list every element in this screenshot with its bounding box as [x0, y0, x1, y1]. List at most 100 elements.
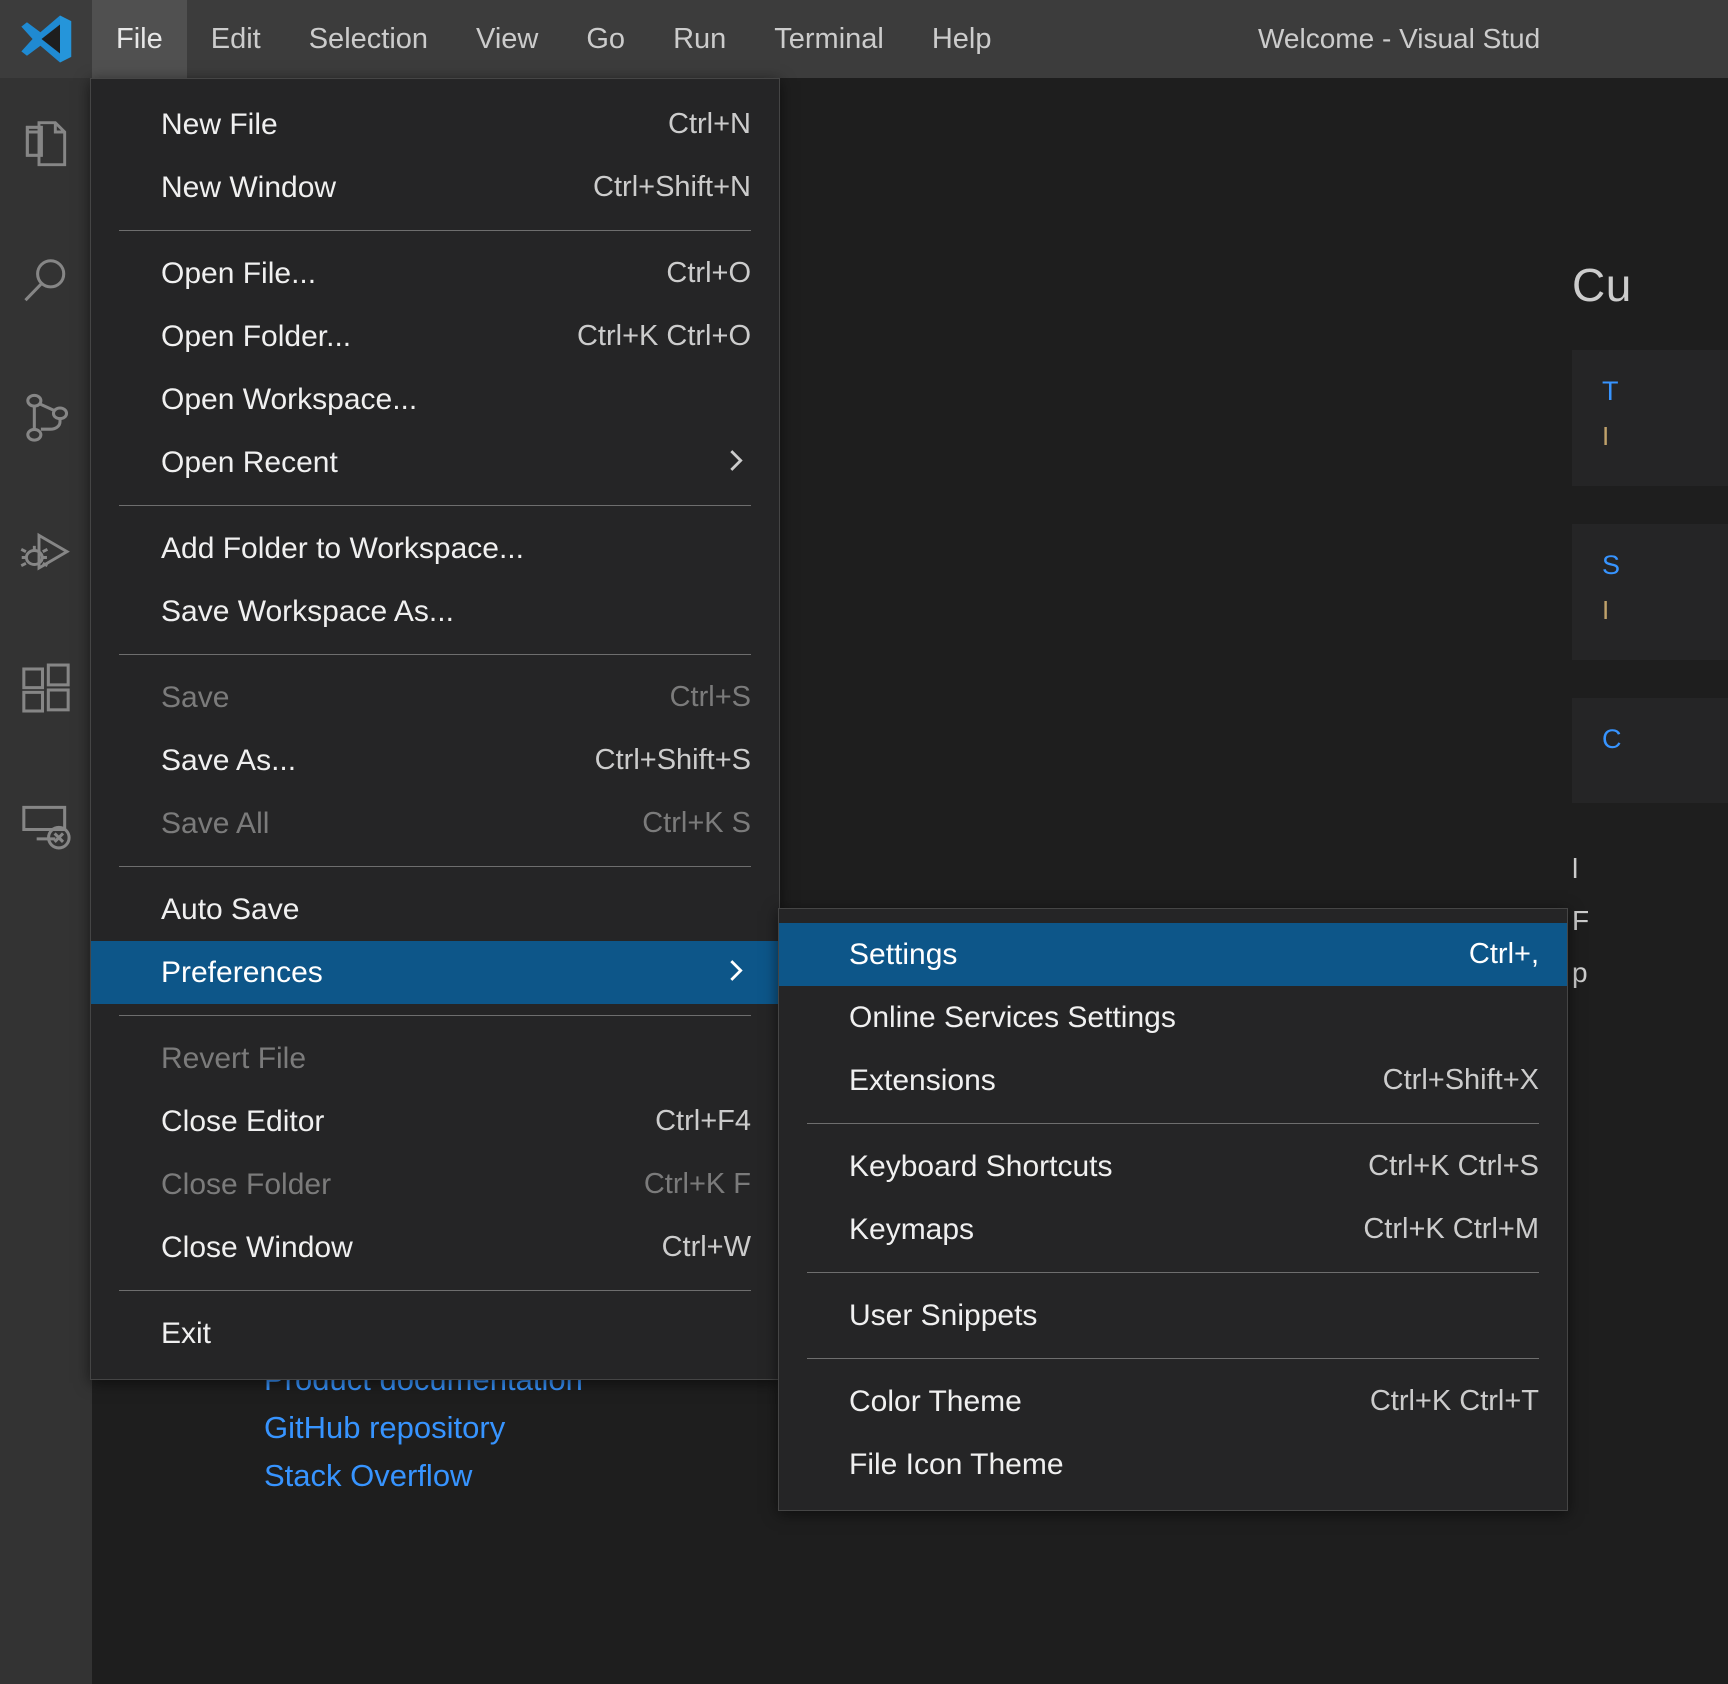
page-title: Cu — [1572, 259, 1632, 311]
menu-separator — [119, 230, 751, 231]
preferences-item-settings[interactable]: Settings Ctrl+, — [779, 923, 1567, 986]
file-menu-item-revert-file: Revert File — [91, 1027, 779, 1090]
menu-title-view[interactable]: View — [452, 0, 562, 78]
title-bar: File Edit Selection View Go Run Terminal… — [0, 0, 1728, 78]
vscode-logo-icon — [0, 0, 92, 78]
menu-item-label: Add Folder to Workspace... — [161, 531, 524, 565]
source-control-branch-icon — [18, 390, 74, 446]
menu-bar: File Edit Selection View Go Run Terminal… — [92, 0, 1016, 78]
preferences-item-user-snippets[interactable]: User Snippets — [779, 1284, 1567, 1347]
file-menu-item-preferences[interactable]: Preferences — [91, 941, 779, 1004]
menu-item-label: Preferences — [161, 955, 323, 989]
menu-item-shortcut: Ctrl+S — [669, 681, 751, 713]
file-menu-item-save: Save Ctrl+S — [91, 666, 779, 729]
sidebar-item-search[interactable] — [0, 214, 92, 350]
file-menu-item-open-file[interactable]: Open File... Ctrl+O — [91, 242, 779, 305]
menu-item-shortcut: Ctrl+K Ctrl+O — [576, 320, 751, 352]
side-line: F — [1572, 905, 1590, 936]
menu-item-shortcut: Ctrl+K Ctrl+M — [1363, 1213, 1539, 1245]
menu-item-shortcut: Ctrl+W — [661, 1231, 751, 1263]
menu-item-label: Keyboard Shortcuts — [849, 1149, 1113, 1183]
menu-title-selection[interactable]: Selection — [285, 0, 452, 78]
file-menu-item-save-workspace-as[interactable]: Save Workspace As... — [91, 580, 779, 643]
welcome-side-lines: l F p — [1572, 843, 1728, 999]
menu-separator — [807, 1358, 1539, 1359]
file-menu-item-exit[interactable]: Exit — [91, 1302, 779, 1365]
menu-item-label: Save All — [161, 806, 270, 840]
preferences-item-file-icon-theme[interactable]: File Icon Theme — [779, 1433, 1567, 1496]
chevron-right-icon — [723, 955, 749, 990]
side-line: p — [1572, 957, 1588, 988]
menu-separator — [119, 866, 751, 867]
customize-card[interactable]: C — [1572, 698, 1728, 803]
menu-item-label: Save Workspace As... — [161, 594, 454, 628]
menu-item-label: Open File... — [161, 256, 317, 290]
chevron-right-icon — [723, 445, 749, 480]
preferences-item-color-theme[interactable]: Color Theme Ctrl+K Ctrl+T — [779, 1370, 1567, 1433]
menu-item-shortcut: Ctrl+N — [668, 108, 751, 140]
menu-item-label: New File — [161, 107, 278, 141]
menu-item-label: Open Workspace... — [161, 382, 418, 416]
menu-item-label: User Snippets — [849, 1298, 1038, 1332]
file-menu-item-save-all: Save All Ctrl+K S — [91, 792, 779, 855]
menu-item-shortcut: Ctrl+, — [1468, 938, 1539, 970]
preferences-item-online-services-settings[interactable]: Online Services Settings — [779, 986, 1567, 1049]
menu-item-shortcut: Ctrl+F4 — [655, 1105, 751, 1137]
file-menu-item-close-folder: Close Folder Ctrl+K F — [91, 1153, 779, 1216]
menu-separator — [807, 1123, 1539, 1124]
file-menu-item-open-workspace[interactable]: Open Workspace... — [91, 368, 779, 431]
menu-item-label: Open Folder... — [161, 319, 352, 353]
menu-item-label: Save — [161, 680, 230, 714]
menu-item-label: Online Services Settings — [849, 1000, 1176, 1034]
link-stack-overflow[interactable]: Stack Overflow — [264, 1452, 583, 1500]
menu-item-shortcut: Ctrl+K Ctrl+S — [1368, 1150, 1539, 1182]
welcome-customize-section: Cu T I S I C l F p — [1572, 258, 1728, 999]
file-menu-item-close-window[interactable]: Close Window Ctrl+W — [91, 1216, 779, 1279]
menu-title-file[interactable]: File — [92, 0, 187, 78]
card-title: C — [1602, 724, 1622, 754]
sidebar-item-run-debug[interactable] — [0, 486, 92, 622]
menu-separator — [119, 1015, 751, 1016]
file-menu-item-new-window[interactable]: New Window Ctrl+Shift+N — [91, 156, 779, 219]
remote-explorer-icon — [18, 798, 74, 854]
card-title: S — [1602, 550, 1621, 580]
menu-title-go[interactable]: Go — [562, 0, 649, 78]
menu-separator — [119, 1290, 751, 1291]
card-description: I — [1602, 595, 1610, 625]
customize-card[interactable]: T I — [1572, 350, 1728, 486]
menu-item-label: Close Editor — [161, 1104, 325, 1138]
menu-item-label: New Window — [161, 170, 337, 204]
preferences-item-keymaps[interactable]: Keymaps Ctrl+K Ctrl+M — [779, 1198, 1567, 1261]
menu-item-shortcut: Ctrl+K F — [643, 1168, 751, 1200]
menu-title-help[interactable]: Help — [908, 0, 1016, 78]
file-menu-item-close-editor[interactable]: Close Editor Ctrl+F4 — [91, 1090, 779, 1153]
file-menu-item-open-recent[interactable]: Open Recent — [91, 431, 779, 494]
customize-card[interactable]: S I — [1572, 524, 1728, 660]
menu-item-label: Revert File — [161, 1041, 307, 1075]
file-menu-item-add-folder-to-workspace[interactable]: Add Folder to Workspace... — [91, 517, 779, 580]
sidebar-item-source-control[interactable] — [0, 350, 92, 486]
sidebar-item-extensions[interactable] — [0, 622, 92, 758]
link-github-repository[interactable]: GitHub repository — [264, 1404, 583, 1452]
menu-separator — [807, 1272, 1539, 1273]
menu-separator — [119, 654, 751, 655]
file-menu-panel: New File Ctrl+N New Window Ctrl+Shift+N Open… — [90, 78, 780, 1380]
file-menu-item-auto-save[interactable]: Auto Save — [91, 878, 779, 941]
file-menu-item-save-as[interactable]: Save As... Ctrl+Shift+S — [91, 729, 779, 792]
explorer-files-icon — [18, 118, 74, 174]
file-menu-item-open-folder[interactable]: Open Folder... Ctrl+K Ctrl+O — [91, 305, 779, 368]
window-title: Welcome - Visual Stud — [1258, 23, 1541, 54]
file-menu-item-new-file[interactable]: New File Ctrl+N — [91, 93, 779, 156]
sidebar-item-explorer[interactable] — [0, 78, 92, 214]
search-magnifier-icon — [18, 254, 74, 310]
menu-title-edit[interactable]: Edit — [187, 0, 285, 78]
menu-item-shortcut: Ctrl+Shift+S — [594, 744, 751, 776]
menu-item-shortcut: Ctrl+K S — [642, 807, 751, 839]
menu-title-run[interactable]: Run — [649, 0, 750, 78]
menu-item-label: Close Window — [161, 1230, 353, 1264]
sidebar-item-remote-explorer[interactable] — [0, 758, 92, 894]
menu-title-terminal[interactable]: Terminal — [750, 0, 908, 78]
menu-item-label: Extensions — [849, 1063, 996, 1097]
preferences-item-keyboard-shortcuts[interactable]: Keyboard Shortcuts Ctrl+K Ctrl+S — [779, 1135, 1567, 1198]
preferences-item-extensions[interactable]: Extensions Ctrl+Shift+X — [779, 1049, 1567, 1112]
